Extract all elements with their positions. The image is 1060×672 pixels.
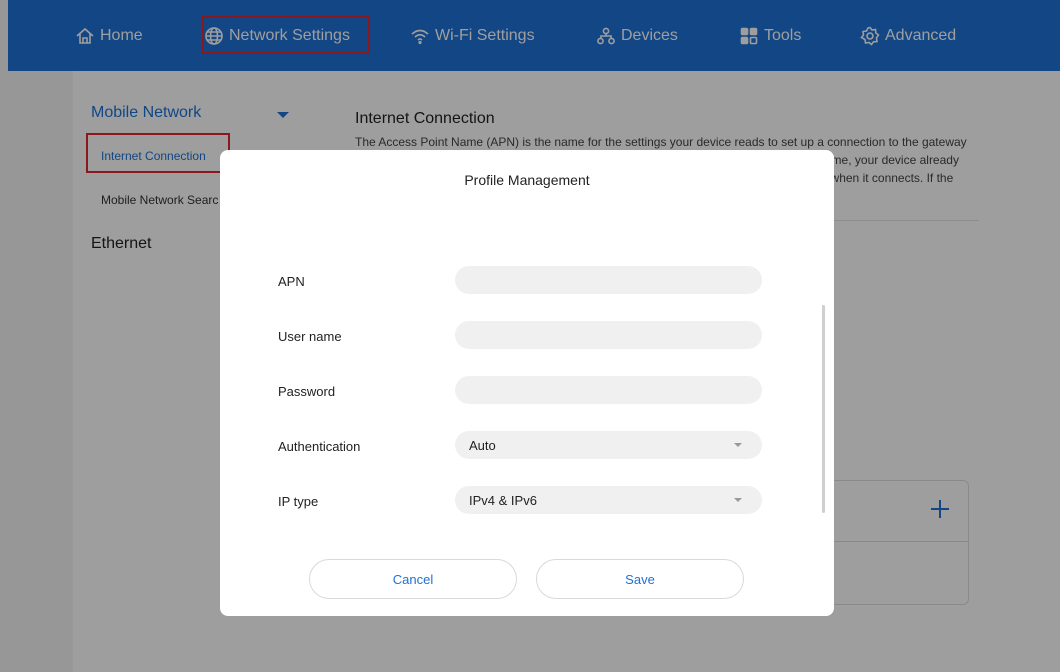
ip-type-label: IP type	[278, 494, 319, 509]
ip-type-value: IPv4 & IPv6	[469, 492, 537, 508]
cancel-button[interactable]: Cancel	[309, 559, 517, 599]
dialog-scrollbar[interactable]	[822, 305, 825, 513]
authentication-select[interactable]: Auto	[455, 431, 762, 459]
authentication-value: Auto	[469, 437, 496, 453]
username-label: User name	[278, 329, 342, 344]
authentication-label: Authentication	[278, 439, 361, 454]
save-button[interactable]: Save	[536, 559, 744, 599]
apn-label: APN	[278, 274, 305, 289]
caret-down-icon	[734, 443, 742, 447]
ip-type-select[interactable]: IPv4 & IPv6	[455, 486, 762, 514]
profile-management-dialog: Profile Management APN User name Passwor…	[220, 150, 834, 616]
dialog-title: Profile Management	[464, 172, 590, 188]
apn-input[interactable]	[455, 266, 762, 294]
caret-down-icon	[734, 498, 742, 502]
password-label: Password	[278, 384, 336, 399]
username-input[interactable]	[455, 321, 762, 349]
password-input[interactable]	[455, 376, 762, 404]
